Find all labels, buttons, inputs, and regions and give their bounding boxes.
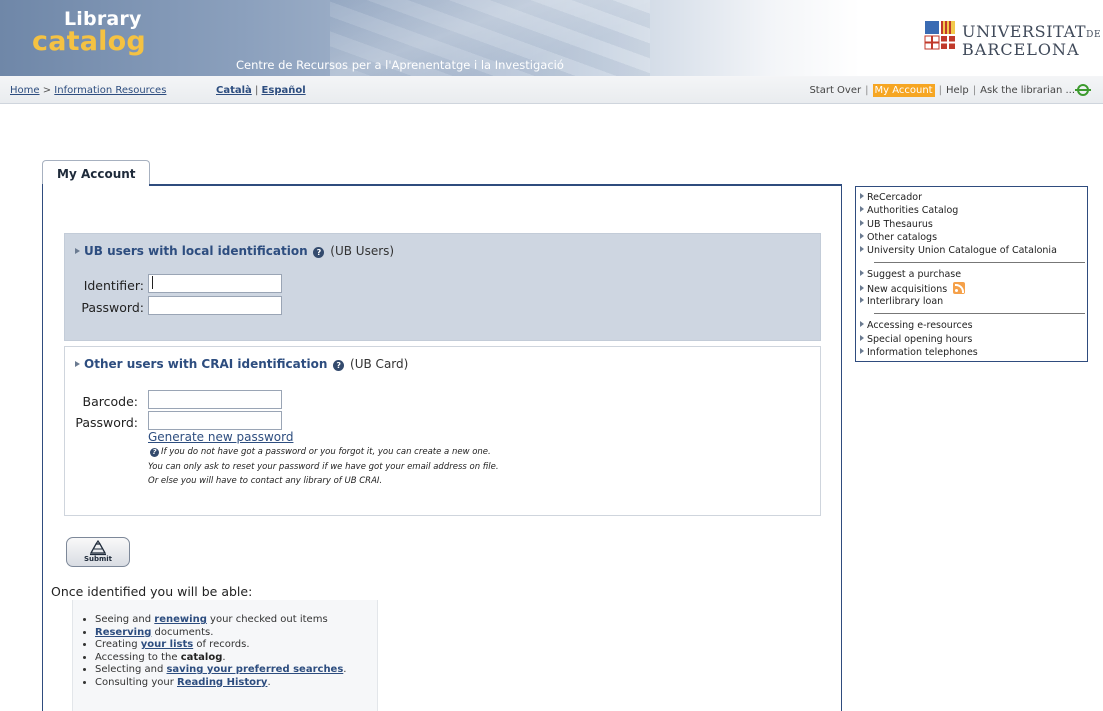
arrow-right-icon xyxy=(860,284,864,291)
university-name-line1: UNIVERSITATDE xyxy=(962,22,1102,41)
submit-button[interactable]: Submit xyxy=(66,537,130,567)
list-item: Reserving documents. xyxy=(95,627,377,640)
sidebar-item-opening-hours[interactable]: Special opening hours xyxy=(860,333,1087,346)
your-lists-link[interactable]: your lists xyxy=(141,639,193,650)
reading-history-link[interactable]: Reading History xyxy=(177,677,267,688)
list-item: Consulting your Reading History. xyxy=(95,677,377,690)
arrow-right-icon xyxy=(860,246,864,253)
university-name-line2: BARCELONA xyxy=(962,40,1080,59)
arrow-right-icon xyxy=(860,232,864,239)
benefits-list: Seeing and renewing your checked out ite… xyxy=(83,614,377,689)
list-item: Selecting and saving your preferred sear… xyxy=(95,664,377,677)
arrow-right-icon xyxy=(860,193,864,199)
lang-espanol-link[interactable]: Español xyxy=(262,85,306,96)
arrow-right-icon xyxy=(860,270,864,277)
barcode-label: Barcode: xyxy=(82,394,138,409)
identifier-label: Identifier: xyxy=(83,278,144,293)
logo-catalog[interactable]: catalog xyxy=(32,26,146,57)
sidebar-item-e-resources[interactable]: Accessing e-resources xyxy=(860,319,1087,332)
preferred-searches-link[interactable]: saving your preferred searches xyxy=(166,664,343,675)
tab-my-account[interactable]: My Account xyxy=(42,160,150,185)
breadcrumb-information-resources-link[interactable]: Information Resources xyxy=(54,85,166,96)
info-icon: ? xyxy=(150,448,159,457)
arrow-right-icon xyxy=(860,321,864,328)
sidebar-item-union-catalogue[interactable]: University Union Catalogue of Catalonia xyxy=(860,244,1087,257)
renewing-link[interactable]: renewing xyxy=(154,614,207,625)
text-caret xyxy=(152,276,153,289)
university-shield-icon[interactable] xyxy=(924,20,956,50)
help-icon[interactable]: ? xyxy=(333,360,345,371)
sidebar-item-recercador[interactable]: ReCercador xyxy=(860,191,1087,204)
password-note-line3: Or else you will have to contact any lib… xyxy=(148,476,383,486)
panel-border-right xyxy=(841,184,842,711)
breadcrumb-home-link[interactable]: Home xyxy=(10,85,40,96)
ub-users-title: UB users with local identification ? (UB… xyxy=(75,244,394,258)
password-note-line2: You can only ask to reset your password … xyxy=(148,462,499,472)
top-links: Start Over | My Account | Help | Ask the libra… xyxy=(809,84,1091,97)
sidebar-item-other-catalogs[interactable]: Other catalogs xyxy=(860,231,1087,244)
sidebar-divider xyxy=(874,262,1085,264)
panel-border-left xyxy=(42,184,43,711)
sidebar-item-new-acquisitions[interactable]: New acquisitions xyxy=(860,281,1087,295)
breadcrumb: Home > Information Resources xyxy=(10,85,167,96)
sidebar-item-interlibrary-loan[interactable]: Interlibrary loan xyxy=(860,295,1087,308)
help-link[interactable]: Help xyxy=(946,85,969,96)
help-icon[interactable]: ? xyxy=(313,247,325,258)
generate-password-link[interactable]: Generate new password xyxy=(148,430,293,444)
identifier-input[interactable] xyxy=(148,274,282,293)
crai-password-input[interactable] xyxy=(148,411,282,430)
my-account-link[interactable]: My Account xyxy=(872,84,935,97)
arrow-right-icon xyxy=(75,248,80,254)
globe-icon[interactable] xyxy=(1075,84,1091,96)
list-item: Creating your lists of records. xyxy=(95,639,377,652)
tab-divider xyxy=(42,184,842,186)
ub-password-input[interactable] xyxy=(148,296,282,315)
start-over-link[interactable]: Start Over xyxy=(809,85,861,96)
password-note-line1: ? If you do not have got a password or yo… xyxy=(148,447,491,457)
ub-password-label: Password: xyxy=(81,300,144,315)
lang-catala-link[interactable]: Català xyxy=(216,85,252,96)
list-item: Seeing and renewing your checked out ite… xyxy=(95,614,377,627)
benefits-intro: Once identified you will be able: xyxy=(51,584,253,599)
arrow-right-icon xyxy=(860,206,864,213)
header-banner: Library catalog Centre de Recursos per a… xyxy=(0,0,1103,76)
arrow-right-icon xyxy=(75,361,80,367)
other-users-title: Other users with CRAI identification ? (… xyxy=(75,357,408,371)
language-selector: Català | Español xyxy=(216,85,306,96)
arrow-right-icon xyxy=(860,297,864,304)
crai-password-label: Password: xyxy=(75,415,138,430)
navigation-bar: Home > Information Resources Català | Es… xyxy=(0,76,1103,104)
sidebar-item-authorities-catalog[interactable]: Authorities Catalog xyxy=(860,204,1087,217)
barcode-input[interactable] xyxy=(148,390,282,409)
sidebar-divider xyxy=(874,313,1085,315)
arrow-right-icon xyxy=(860,347,864,354)
reserving-link[interactable]: Reserving xyxy=(95,627,151,638)
benefits-list-box: Seeing and renewing your checked out ite… xyxy=(72,600,378,711)
hand-pen-icon xyxy=(89,540,107,556)
sidebar-item-ub-thesaurus[interactable]: UB Thesaurus xyxy=(860,218,1087,231)
arrow-right-icon xyxy=(860,334,864,341)
sidebar-links: ReCercador Authorities Catalog UB Thesau… xyxy=(855,186,1088,362)
crai-subtitle: Centre de Recursos per a l'Aprenentatge … xyxy=(236,58,564,72)
list-item: Accessing to the catalog. xyxy=(95,652,377,665)
sidebar-item-suggest-purchase[interactable]: Suggest a purchase xyxy=(860,268,1087,281)
arrow-right-icon xyxy=(860,219,864,226)
ask-librarian-link[interactable]: Ask the librarian ... xyxy=(980,85,1075,96)
sidebar-item-information-telephones[interactable]: Information telephones xyxy=(860,346,1087,359)
rss-feed-icon[interactable] xyxy=(953,281,966,294)
